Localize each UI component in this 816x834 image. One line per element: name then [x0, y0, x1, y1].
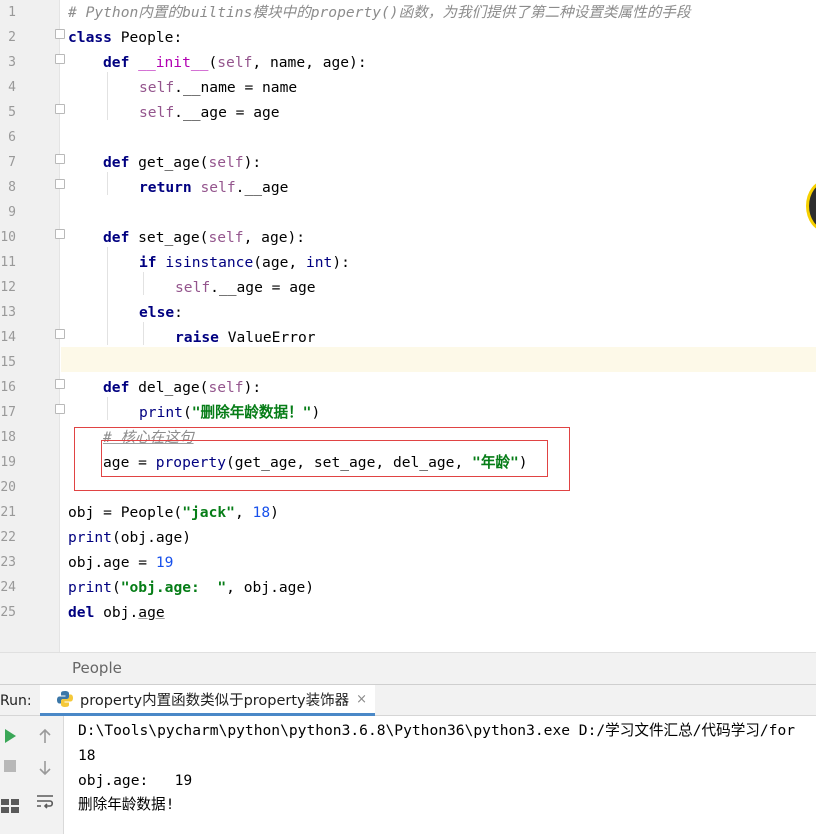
line-number: 2	[8, 30, 16, 45]
fold-marker-icon[interactable]	[55, 404, 65, 414]
close-icon[interactable]: ×	[356, 692, 367, 707]
line-number: 20	[0, 480, 16, 495]
code-line-5[interactable]: self.__age = age	[139, 100, 280, 125]
code-line-14[interactable]: raise ValueError	[175, 325, 316, 350]
code-line-2[interactable]: class People:	[68, 25, 182, 50]
code-line-10[interactable]: def set_age(self, age):	[103, 225, 305, 250]
fold-marker-icon[interactable]	[55, 379, 65, 389]
run-panel-header: Run: property内置函数类似于property装饰器 ×	[0, 684, 816, 716]
indent-guide	[107, 247, 108, 345]
current-line-highlight	[61, 347, 816, 372]
line-number: 12	[0, 280, 16, 295]
indent-guide	[143, 272, 144, 295]
line-number: 6	[8, 130, 16, 145]
console-line: obj.age: 19	[78, 772, 193, 789]
line-number: 18	[0, 430, 16, 445]
fold-marker-icon[interactable]	[55, 104, 65, 114]
line-number: 5	[8, 105, 16, 120]
layout-icon[interactable]	[0, 796, 20, 816]
fold-marker-icon[interactable]	[55, 154, 65, 164]
line-number: 21	[0, 505, 16, 520]
stop-icon[interactable]	[0, 756, 20, 776]
line-number: 25	[0, 605, 16, 620]
breadcrumb-item-people[interactable]: People	[72, 659, 122, 677]
line-number: 7	[8, 155, 16, 170]
code-line-21[interactable]: obj = People("jack", 18)	[68, 500, 279, 525]
down-arrow-icon[interactable]	[35, 758, 55, 778]
indent-guide	[107, 72, 108, 120]
run-toolbar	[0, 716, 64, 834]
fold-marker-icon[interactable]	[55, 229, 65, 239]
fold-marker-icon[interactable]	[55, 179, 65, 189]
line-number: 4	[8, 80, 16, 95]
indent-guide	[143, 322, 144, 345]
code-line-22[interactable]: print(obj.age)	[68, 525, 191, 550]
line-number-gutter: 1 2 3 4 5 7 6 8 9 10 11 12 13 14 15 16 1…	[0, 0, 60, 652]
run-tab-title: property内置函数类似于property装饰器	[80, 692, 350, 709]
line-number: 16	[0, 380, 16, 395]
code-line-24[interactable]: print("obj.age: ", obj.age)	[68, 575, 314, 600]
line-number: 1	[8, 5, 16, 20]
code-line-16[interactable]: def del_age(self):	[103, 375, 261, 400]
code-line-25[interactable]: del obj.age	[68, 600, 165, 625]
code-line-17[interactable]: print("删除年龄数据！")	[139, 400, 320, 425]
code-line-11[interactable]: if isinstance(age, int):	[139, 250, 350, 275]
code-line-23[interactable]: obj.age = 19	[68, 550, 173, 575]
soft-wrap-icon[interactable]	[35, 792, 55, 812]
line-number: 11	[0, 255, 16, 270]
line-number: 22	[0, 530, 16, 545]
floating-assistant-icon[interactable]	[806, 180, 816, 232]
console-line: D:\Tools\pycharm\python\python3.6.8\Pyth…	[78, 722, 796, 739]
code-editor[interactable]: 1 2 3 4 5 7 6 8 9 10 11 12 13 14 15 16 1…	[0, 0, 816, 652]
run-label: Run:	[0, 693, 32, 709]
line-number: 13	[0, 305, 16, 320]
line-number: 10	[0, 230, 16, 245]
rerun-icon[interactable]	[0, 726, 20, 746]
indent-guide	[107, 397, 108, 420]
console-line: 删除年龄数据!	[78, 796, 175, 813]
console-line: 18	[78, 747, 96, 764]
line-number: 3	[8, 55, 16, 70]
run-tab[interactable]: property内置函数类似于property装饰器 ×	[40, 685, 376, 716]
code-line-8[interactable]: return self.__age	[139, 175, 288, 200]
up-arrow-icon[interactable]	[35, 726, 55, 746]
inner-highlight-box	[101, 440, 548, 477]
line-number: 24	[0, 580, 16, 595]
line-number: 23	[0, 555, 16, 570]
console-output[interactable]: D:\Tools\pycharm\python\python3.6.8\Pyth…	[64, 716, 816, 834]
fold-marker-icon[interactable]	[55, 29, 65, 39]
code-line-4[interactable]: self.__name = name	[139, 75, 297, 100]
python-icon	[56, 690, 74, 708]
line-number: 9	[8, 205, 16, 220]
code-line-7[interactable]: def get_age(self):	[103, 150, 261, 175]
line-number: 17	[0, 405, 16, 420]
indent-guide	[107, 172, 108, 195]
fold-marker-icon[interactable]	[55, 54, 65, 64]
line-number: 15	[0, 355, 16, 370]
line-number: 14	[0, 330, 16, 345]
fold-marker-icon[interactable]	[55, 329, 65, 339]
code-line-3[interactable]: def __init__(self, name, age):	[103, 50, 367, 75]
line-number: 19	[0, 455, 16, 470]
code-line-12[interactable]: self.__age = age	[175, 275, 316, 300]
code-line-1[interactable]: # Python内置的builtins模块中的property()函数，为我们提…	[68, 0, 690, 25]
line-number: 8	[8, 180, 16, 195]
breadcrumb: People	[0, 652, 816, 684]
code-line-13[interactable]: else:	[139, 300, 183, 325]
